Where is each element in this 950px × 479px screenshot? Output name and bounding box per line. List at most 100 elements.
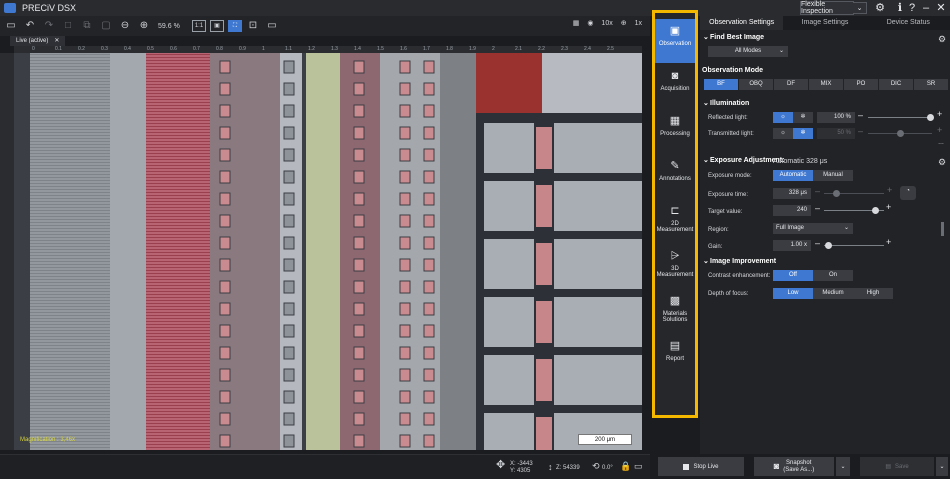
chat-icon[interactable]: ▭ <box>634 462 643 471</box>
depth-low-button[interactable]: Low <box>773 288 813 299</box>
contrast-off-button[interactable]: Off <box>773 270 813 281</box>
ruler-tick-label: 1.2 <box>308 46 315 52</box>
plus-icon[interactable]: + <box>886 237 891 247</box>
save-options-chevron[interactable]: ⌄ <box>936 457 948 476</box>
mode-button-mix[interactable]: MIX <box>809 79 843 90</box>
side-nav-measure-2d[interactable]: ⊏ 2D Measurement <box>655 199 695 243</box>
mode-dropdown[interactable]: Flexible Inspection ⌄ <box>800 1 867 15</box>
tab-live[interactable]: Live (active) ✕ <box>10 36 66 46</box>
chevron-down-icon[interactable]: ⌄ <box>703 99 709 107</box>
redo-icon[interactable]: ↷ <box>41 19 57 33</box>
fit-image-icon[interactable]: ⛶ <box>228 20 242 32</box>
gain-value[interactable]: 1.00 x <box>773 240 811 251</box>
target-slider-knob[interactable] <box>872 207 879 214</box>
objective-value[interactable]: 10x <box>601 20 612 27</box>
exposure-automatic-button[interactable]: Automatic <box>773 170 813 181</box>
gear-icon[interactable]: ⚙ <box>938 157 946 168</box>
snapshot-options-chevron[interactable]: ⌄ <box>836 457 850 476</box>
minimize-icon[interactable]: – <box>918 1 934 15</box>
observation-icon: ▣ <box>669 25 681 37</box>
objective-icon[interactable]: ◉ <box>587 19 593 27</box>
reflected-light-off-icon[interactable]: ✲ <box>793 112 813 123</box>
ruler-tick-label: 1.5 <box>377 46 384 52</box>
measure-2d-icon: ⊏ <box>670 205 680 217</box>
zoom-out-icon[interactable]: ⊖ <box>117 19 133 33</box>
chevron-down-icon[interactable]: ⌄ <box>703 33 709 41</box>
select-icon[interactable]: □ <box>60 19 76 33</box>
mode-button-df[interactable]: DF <box>774 79 808 90</box>
snapshot-button[interactable]: ◙ Snapshot (Save As...) <box>754 457 834 476</box>
side-nav-annotation[interactable]: ✎ Annotations <box>655 154 695 198</box>
minus-icon[interactable]: – <box>858 110 863 120</box>
side-nav-camera[interactable]: ◙ Acquisition <box>655 64 695 108</box>
paste-icon[interactable]: ▢ <box>98 19 114 33</box>
zoom-level[interactable]: 59.6 % <box>158 23 188 30</box>
plus-icon[interactable]: + <box>937 109 942 119</box>
grid-icon[interactable]: ▦ <box>573 19 580 27</box>
close-icon[interactable]: ✕ <box>933 1 949 15</box>
lock-icon[interactable]: 🔒 <box>620 462 631 471</box>
zoom-in-icon[interactable]: ⊕ <box>136 19 152 33</box>
plus-icon[interactable]: + <box>886 202 891 212</box>
copy-icon[interactable]: ⧉ <box>79 19 95 33</box>
action-bar: Stop Live ◙ Snapshot (Save As...) ⌄ ▤ Sa… <box>650 454 950 479</box>
reflected-light-on-icon[interactable]: ☼ <box>773 112 793 123</box>
transmitted-light-on-icon[interactable]: ☼ <box>773 128 793 139</box>
auto-exposure-icon[interactable]: ◔ <box>900 186 916 200</box>
camera-icon: ◙ <box>671 70 679 82</box>
mode-button-obq[interactable]: OBQ <box>739 79 773 90</box>
panel-scrollbar[interactable] <box>941 222 944 236</box>
side-nav-measure-3d[interactable]: ⩥ 3D Measurement <box>655 244 695 288</box>
gain-slider-track[interactable] <box>824 245 884 246</box>
stop-live-button[interactable]: Stop Live <box>658 457 744 476</box>
region-select[interactable]: Full Image ⌄ <box>773 223 853 234</box>
reflected-light-value[interactable]: 100 % <box>817 112 855 123</box>
display-icon[interactable]: ▭ <box>264 19 280 33</box>
side-nav-report[interactable]: ▤ Report <box>655 334 695 378</box>
crop-icon[interactable]: ⊡ <box>245 19 261 33</box>
depth-medium-button[interactable]: Medium <box>813 288 853 299</box>
camera-icon: ◙ <box>773 461 780 471</box>
gear-icon[interactable]: ⚙ <box>938 34 946 45</box>
chevron-down-icon[interactable]: ⌄ <box>853 2 867 14</box>
close-tab-icon[interactable]: ✕ <box>54 36 59 46</box>
depth-high-button[interactable]: High <box>853 288 893 299</box>
side-nav-materials[interactable]: ▩ Materials Solutions <box>655 289 695 333</box>
tab-device-status[interactable]: Device Status <box>867 16 950 30</box>
chevron-down-icon[interactable]: ⌄ <box>703 156 709 164</box>
more-icon[interactable]: … <box>938 140 944 146</box>
mode-button-bf[interactable]: BF <box>704 79 738 90</box>
find-best-image-select[interactable]: All Modes ⌄ <box>708 46 788 57</box>
side-nav-processing[interactable]: ▦ Processing <box>655 109 695 153</box>
undo-icon[interactable]: ↶ <box>22 19 38 33</box>
mode-button-sr[interactable]: SR <box>914 79 948 90</box>
reflected-slider-knob[interactable] <box>927 114 934 121</box>
stage-move-icon[interactable]: ✥ <box>496 460 505 471</box>
contrast-on-button[interactable]: On <box>813 270 853 281</box>
zoom-factor[interactable]: 1x <box>635 20 642 27</box>
tab-observation-settings[interactable]: Observation Settings <box>700 16 784 30</box>
minus-icon[interactable]: – <box>815 238 820 248</box>
live-image[interactable] <box>14 53 642 450</box>
chevron-down-icon[interactable]: ⌄ <box>703 257 709 265</box>
mode-button-dic[interactable]: DIC <box>879 79 913 90</box>
open-folder-icon[interactable]: ▭ <box>3 19 19 33</box>
magnification-label: Magnification : 3,46x <box>20 437 76 443</box>
fit-window-icon[interactable]: ▣ <box>210 20 224 32</box>
exposure-time-value[interactable]: 328 μs <box>773 188 811 199</box>
zoom-lens-icon[interactable]: ⊕ <box>621 19 627 27</box>
mode-button-po[interactable]: PO <box>844 79 878 90</box>
exposure-manual-button[interactable]: Manual <box>813 170 853 181</box>
minus-icon[interactable]: – <box>815 203 820 213</box>
side-nav-observation[interactable]: ▣ Observation <box>655 19 695 63</box>
reflected-slider-track[interactable] <box>868 117 932 118</box>
rotation-icon[interactable]: ⟲ <box>592 462 600 471</box>
actual-size-icon[interactable]: 1:1 <box>192 20 206 32</box>
gain-slider-knob[interactable] <box>825 242 832 249</box>
transmitted-light-off-icon[interactable]: ✲ <box>793 128 813 139</box>
gear-icon[interactable]: ⚙ <box>872 1 888 15</box>
ruler-tick-label: 2.4 <box>584 46 591 52</box>
target-value[interactable]: 240 <box>773 205 811 216</box>
tab-image-settings[interactable]: Image Settings <box>783 16 866 30</box>
ruler-tick-label: 0.5 <box>147 46 154 52</box>
